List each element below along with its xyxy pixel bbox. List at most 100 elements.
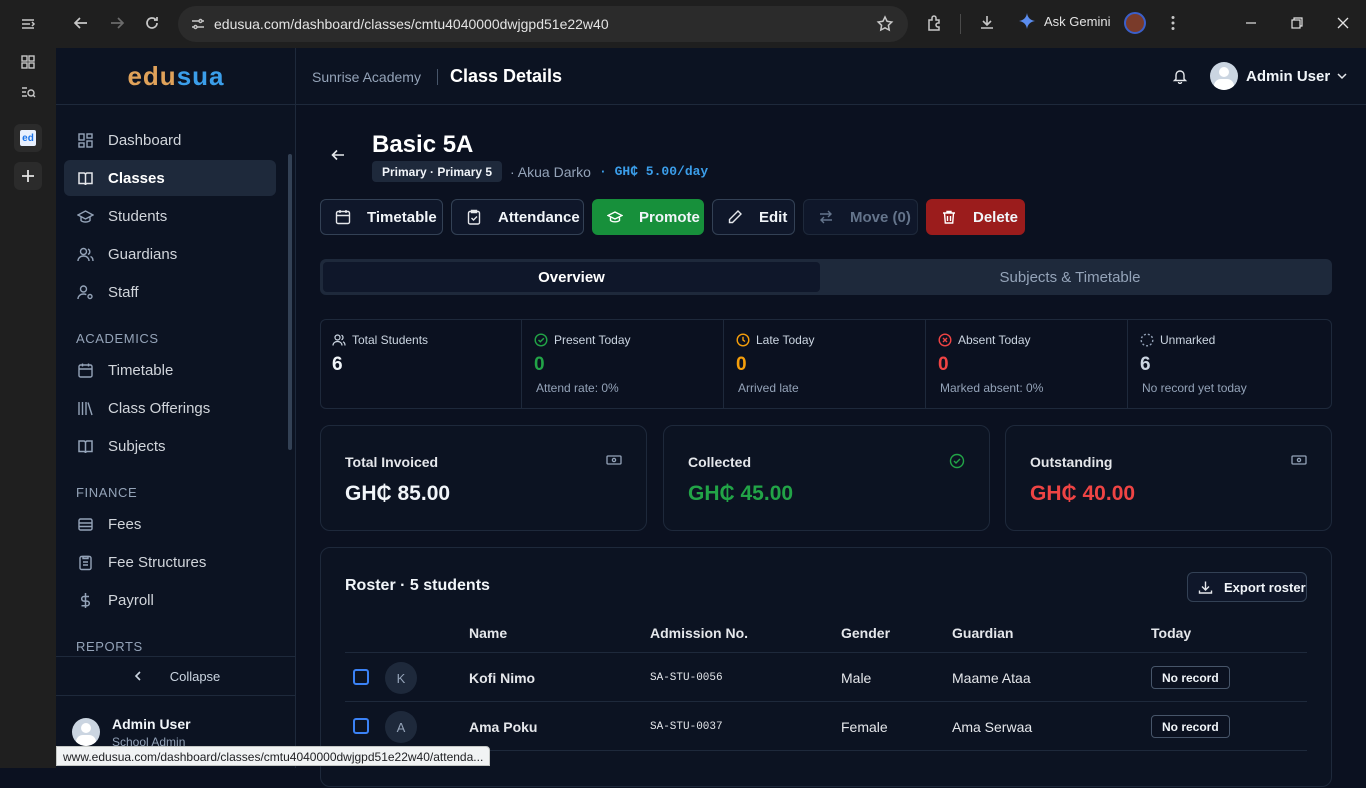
attendance-button[interactable]: Attendance xyxy=(451,199,584,235)
ask-gemini-label: Ask Gemini xyxy=(1044,13,1111,29)
breadcrumb-divider xyxy=(437,69,438,85)
stat-label: Unmarked xyxy=(1160,333,1216,347)
gender: Female xyxy=(841,719,888,735)
student-name[interactable]: Ama Poku xyxy=(469,719,537,735)
clipboard-icon xyxy=(79,555,92,570)
download-icon[interactable] xyxy=(978,14,996,32)
extensions-icon[interactable] xyxy=(926,14,944,32)
delete-label: Delete xyxy=(973,208,1019,226)
dashed-circle-icon xyxy=(1140,333,1154,347)
sidebar-item-timetable[interactable]: Timetable xyxy=(64,352,276,388)
export-roster-button[interactable]: Export roster xyxy=(1187,572,1307,602)
col-header-admission[interactable]: Admission No. xyxy=(650,625,748,641)
ask-gemini-button[interactable]: Ask Gemini xyxy=(1018,12,1110,30)
col-header-guardian[interactable]: Guardian xyxy=(952,625,1013,641)
card-label: Collected xyxy=(688,454,752,470)
brand-logo[interactable]: edu sua xyxy=(56,48,296,105)
col-header-gender[interactable]: Gender xyxy=(841,625,890,641)
table-row[interactable]: K Kofi Nimo SA-STU-0056 Male Maame Ataa … xyxy=(345,652,1307,701)
url-text: edusua.com/dashboard/classes/cmtu4040000… xyxy=(214,16,609,32)
sidebar-item-guardians[interactable]: Guardians xyxy=(64,236,276,272)
tab-subjects-timetable[interactable]: Subjects & Timetable xyxy=(820,262,1320,292)
check-circle-icon xyxy=(949,453,965,469)
stat-total-students: Total Students 6 xyxy=(320,319,522,409)
site-settings-icon[interactable] xyxy=(190,16,206,32)
reload-icon[interactable] xyxy=(143,14,161,32)
edit-button[interactable]: Edit xyxy=(712,199,795,235)
stat-label: Late Today xyxy=(756,333,815,347)
outstanding-card: Outstanding GH₵ 40.00 xyxy=(1005,425,1332,531)
sidebar-item-students[interactable]: Students xyxy=(64,198,276,234)
sidebar-item-payroll[interactable]: Payroll xyxy=(64,582,276,618)
breadcrumb-school[interactable]: Sunrise Academy xyxy=(312,69,421,85)
collapse-button[interactable]: Collapse xyxy=(56,656,296,696)
stat-label: Total Students xyxy=(352,333,429,347)
graduation-cap-icon xyxy=(77,209,94,223)
student-name[interactable]: Kofi Nimo xyxy=(469,670,535,686)
sidebar-item-fees[interactable]: Fees xyxy=(64,506,276,542)
stat-late-today: Late Today 0 Arrived late xyxy=(724,319,926,409)
attendance-label: Attendance xyxy=(498,208,580,226)
new-tab-icon[interactable] xyxy=(14,162,42,190)
admission-no: SA-STU-0037 xyxy=(650,721,723,733)
apps-grid-icon[interactable] xyxy=(14,48,42,76)
section-finance: FINANCE xyxy=(76,485,138,500)
bookmark-star-icon[interactable] xyxy=(876,15,894,33)
browser-toolbar: edusua.com/dashboard/classes/cmtu4040000… xyxy=(56,0,1366,48)
sidebar-item-subjects[interactable]: Subjects xyxy=(64,428,276,464)
page-title: Class Details xyxy=(450,66,563,86)
sidebar-user-name: Admin User xyxy=(112,716,191,732)
collected-card: Collected GH₵ 45.00 xyxy=(663,425,990,531)
brand-part-edu: edu xyxy=(127,60,177,91)
stat-value: 6 xyxy=(332,354,343,375)
close-window-icon[interactable] xyxy=(1334,14,1352,32)
sidebar-item-fee-structures[interactable]: Fee Structures xyxy=(64,544,276,580)
row-checkbox[interactable] xyxy=(353,669,369,685)
minimize-icon[interactable] xyxy=(1242,14,1260,32)
promote-button[interactable]: Promote xyxy=(592,199,704,235)
notification-bell-icon[interactable] xyxy=(1172,68,1188,84)
graduation-cap-icon xyxy=(607,211,623,223)
edit-label: Edit xyxy=(759,208,788,226)
address-bar[interactable]: edusua.com/dashboard/classes/cmtu4040000… xyxy=(178,6,908,42)
edusua-tab-icon[interactable]: ed xyxy=(14,124,42,152)
tab-overview[interactable]: Overview xyxy=(323,262,820,292)
sidebar-item-label: Class Offerings xyxy=(108,399,211,417)
sidebar-item-dashboard[interactable]: Dashboard xyxy=(64,122,276,158)
admission-no: SA-STU-0056 xyxy=(650,672,723,684)
delete-button[interactable]: Delete xyxy=(926,199,1025,235)
section-academics: ACADEMICS xyxy=(76,331,159,346)
col-header-today[interactable]: Today xyxy=(1151,625,1191,641)
table-row[interactable]: A Ama Poku SA-STU-0037 Female Ama Serwaa… xyxy=(345,701,1307,750)
back-arrow-icon[interactable] xyxy=(330,147,346,163)
move-button[interactable]: Move (0) xyxy=(803,199,918,235)
wallet-icon xyxy=(78,517,93,531)
back-icon[interactable] xyxy=(72,14,90,32)
browser-menu-icon[interactable] xyxy=(1164,14,1182,32)
user-menu[interactable]: Admin User xyxy=(1210,62,1348,90)
sidebar-item-classes[interactable]: Classes xyxy=(64,160,276,196)
profile-avatar[interactable] xyxy=(1124,12,1146,34)
forward-icon[interactable] xyxy=(108,14,126,32)
daily-fee: · GH₵ 5.00/day xyxy=(599,164,709,179)
main-scrollbar[interactable] xyxy=(1358,105,1366,768)
tab-list-icon[interactable] xyxy=(14,10,42,38)
sidebar-scrollbar[interactable] xyxy=(288,154,292,450)
sidebar-item-class-offerings[interactable]: Class Offerings xyxy=(64,390,276,426)
app-sidebar: edu sua Dashboard Classes Students Guardi… xyxy=(56,48,296,768)
sidebar-item-staff[interactable]: Staff xyxy=(64,274,276,310)
restore-icon[interactable] xyxy=(1288,14,1306,32)
banknote-icon xyxy=(1291,455,1307,465)
level-badge: Primary · Primary 5 xyxy=(372,161,503,182)
row-checkbox[interactable] xyxy=(353,718,369,734)
stat-present-today: Present Today 0 Attend rate: 0% xyxy=(522,319,724,409)
roster-title: Roster · 5 students xyxy=(345,577,490,594)
stat-unmarked: Unmarked 6 No record yet today xyxy=(1128,319,1332,409)
col-header-name[interactable]: Name xyxy=(469,625,507,641)
search-tabs-icon[interactable] xyxy=(14,78,42,106)
download-icon xyxy=(1198,581,1213,594)
clipboard-check-icon xyxy=(467,209,481,225)
card-value: GH₵ 85.00 xyxy=(345,482,451,505)
sidebar-item-label: Staff xyxy=(108,283,139,301)
timetable-button[interactable]: Timetable xyxy=(320,199,443,235)
